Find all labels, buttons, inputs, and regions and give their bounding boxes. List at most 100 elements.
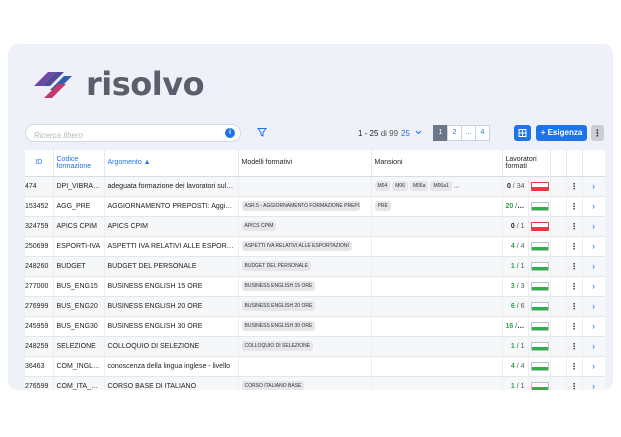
search-input[interactable] <box>26 127 216 144</box>
table-row[interactable]: 250699 ESPORTI-IVA ASPETTI IVA RELATIVI AL… <box>25 236 605 257</box>
info-icon[interactable]: i <box>225 128 235 138</box>
cell-spacer <box>550 256 567 277</box>
row-open-chevron-icon[interactable]: › <box>582 276 605 297</box>
page-ellipsis: ... <box>461 125 476 141</box>
status-complete-icon <box>530 321 549 331</box>
cell-id: 474 <box>25 176 54 197</box>
status-complete-icon <box>530 201 549 211</box>
row-open-chevron-icon[interactable]: › <box>582 296 605 317</box>
cell-models: ASR.5 - AGGIORNAMENTO FORMAZIONE PREPOST… <box>238 196 372 217</box>
table-row[interactable]: 248259 SELEZIONE COLLOQUIO DI SELEZIONE COL… <box>25 336 605 357</box>
row-open-chevron-icon[interactable]: › <box>582 236 605 257</box>
cell-status <box>528 176 551 197</box>
cell-models: ASPETTI IVA RELATIVI ALLE ESPORTAZIONI <box>238 236 372 257</box>
cell-code: DPI_VIBRAZIONI <box>53 176 105 197</box>
table-row[interactable]: 36463 COM_INGLESE conoscenza della lingua … <box>25 356 605 377</box>
cell-code: COM_INGLESE <box>53 356 105 377</box>
row-open-chevron-icon[interactable]: › <box>582 336 605 357</box>
cell-spacer <box>550 216 567 237</box>
row-menu-icon[interactable]: ⋮ <box>566 216 583 237</box>
row-open-chevron-icon[interactable]: › <box>582 216 605 237</box>
cell-topic: AGGIORNAMENTO PREPOSTI: Aggiornamento <box>104 196 239 217</box>
model-tag: ASR.5 - AGGIORNAMENTO FORMAZIONE PREPOST… <box>241 201 360 211</box>
cell-models: BUSINESS ENGLISH 30 ORE <box>238 316 372 337</box>
table-row[interactable]: 248260 BUDGET BUDGET DEL PERSONALE BUDGET D… <box>25 256 605 277</box>
cell-duties <box>371 356 503 377</box>
grid-view-button[interactable] <box>514 125 531 141</box>
table-row[interactable]: 153452 AGG_PRE AGGIORNAMENTO PREPOSTI: Agg… <box>25 196 605 217</box>
status-complete-icon <box>530 381 549 390</box>
row-menu-icon[interactable]: ⋮ <box>566 336 583 357</box>
table-row[interactable]: 324759 APICS CPIM APICS CPIM APICS CPIM 0 / … <box>25 216 605 237</box>
cell-id: 153452 <box>25 196 54 217</box>
cell-duties <box>371 216 503 237</box>
cell-id: 276999 <box>25 296 54 317</box>
cell-spacer <box>550 276 567 297</box>
cell-spacer <box>550 176 567 197</box>
cell-status <box>528 256 551 277</box>
cell-topic: ASPETTI IVA RELATIVI ALLE ESPORTAZIONI <box>104 236 239 257</box>
duty-tag: M06a1 <box>430 181 452 191</box>
row-menu-icon[interactable]: ⋮ <box>566 316 583 337</box>
cell-code: APICS CPIM <box>53 216 105 237</box>
row-open-chevron-icon[interactable]: › <box>582 256 605 277</box>
brand-name: risolvo <box>86 65 205 103</box>
page-2-button[interactable]: 2 <box>447 125 462 141</box>
row-menu-icon[interactable]: ⋮ <box>566 256 583 277</box>
header-code[interactable]: Codice formazione <box>53 150 105 177</box>
row-open-chevron-icon[interactable]: › <box>582 196 605 217</box>
cell-workers-count: 4 / 4 <box>502 236 529 257</box>
table-row[interactable]: 276599COM_ITA_BASECORSO BASE DI ITALIANO… <box>25 376 605 390</box>
row-menu-icon[interactable]: ⋮ <box>566 356 583 377</box>
workers-total: 1 <box>520 382 525 390</box>
cell-code: COM_ITA_BASE <box>53 376 105 390</box>
workers-total: 6 <box>520 302 525 310</box>
workers-total: 1 <box>520 342 525 350</box>
cell-models: CORSO ITALIANO BASE <box>238 376 372 390</box>
pagination-range: 1 - 25 di 99 <box>358 129 399 138</box>
trainings-table: ID Codice formazione Argomento ▲ Modelli… <box>25 150 605 390</box>
row-open-chevron-icon[interactable]: › <box>582 356 605 377</box>
row-menu-icon[interactable]: ⋮ <box>566 376 583 390</box>
row-open-chevron-icon[interactable]: › <box>582 316 605 337</box>
cell-code: BUS_ENG20 <box>53 296 105 317</box>
cell-code: SELEZIONE <box>53 336 105 357</box>
page-1-button[interactable]: 1 <box>433 125 448 141</box>
page-size-select[interactable]: 25 <box>401 129 410 138</box>
duty-tag: PRE <box>374 201 391 211</box>
row-open-chevron-icon[interactable]: › <box>582 376 605 390</box>
table-header-row: ID Codice formazione Argomento ▲ Modelli… <box>25 150 605 177</box>
workers-total: 4 <box>520 362 525 370</box>
row-menu-icon[interactable]: ⋮ <box>566 176 583 197</box>
cell-topic: COLLOQUIO DI SELEZIONE <box>104 336 239 357</box>
cell-workers-count: 16 / 16 <box>502 316 529 337</box>
header-duties: Mansioni <box>371 150 503 177</box>
table-row[interactable]: 276999 BUS_ENG20 BUSINESS ENGLISH 20 ORE BU… <box>25 296 605 317</box>
header-id[interactable]: ID <box>25 150 54 177</box>
count-separator: / <box>513 322 520 330</box>
more-options-button[interactable]: ⋮ <box>591 125 604 141</box>
row-menu-icon[interactable]: ⋮ <box>566 296 583 317</box>
chevron-down-icon[interactable] <box>415 128 422 136</box>
table-row[interactable]: 245959 BUS_ENG30 BUSINESS ENGLISH 30 ORE BU… <box>25 316 605 337</box>
table-row[interactable]: 277000 BUS_ENG15 BUSINESS ENGLISH 15 ORE BU… <box>25 276 605 297</box>
row-menu-icon[interactable]: ⋮ <box>566 236 583 257</box>
row-menu-icon[interactable]: ⋮ <box>566 196 583 217</box>
cell-workers-count: 3 / 3 <box>502 276 529 297</box>
model-tag: COLLOQUIO DI SELEZIONE <box>241 341 314 351</box>
grid-icon <box>518 129 527 137</box>
search-box: i <box>25 124 241 144</box>
cell-spacer <box>550 296 567 317</box>
cell-code: AGG_PRE <box>53 196 105 217</box>
row-menu-icon[interactable]: ⋮ <box>566 276 583 297</box>
row-open-chevron-icon[interactable]: › <box>582 176 605 197</box>
header-topic[interactable]: Argomento ▲ <box>104 150 239 177</box>
cell-topic: adeguata formazione dei lavoratori sull'… <box>104 176 239 197</box>
cell-topic: BUSINESS ENGLISH 30 ORE <box>104 316 239 337</box>
page-4-button[interactable]: 4 <box>475 125 490 141</box>
filter-icon[interactable] <box>257 127 267 137</box>
workers-total: 34 <box>516 182 525 190</box>
table-row[interactable]: 474DPI_VIBRAZIONIadeguata formazione dei… <box>25 176 605 197</box>
add-esigenza-button[interactable]: + Esigenza <box>536 125 587 141</box>
status-incomplete-icon <box>530 221 549 231</box>
